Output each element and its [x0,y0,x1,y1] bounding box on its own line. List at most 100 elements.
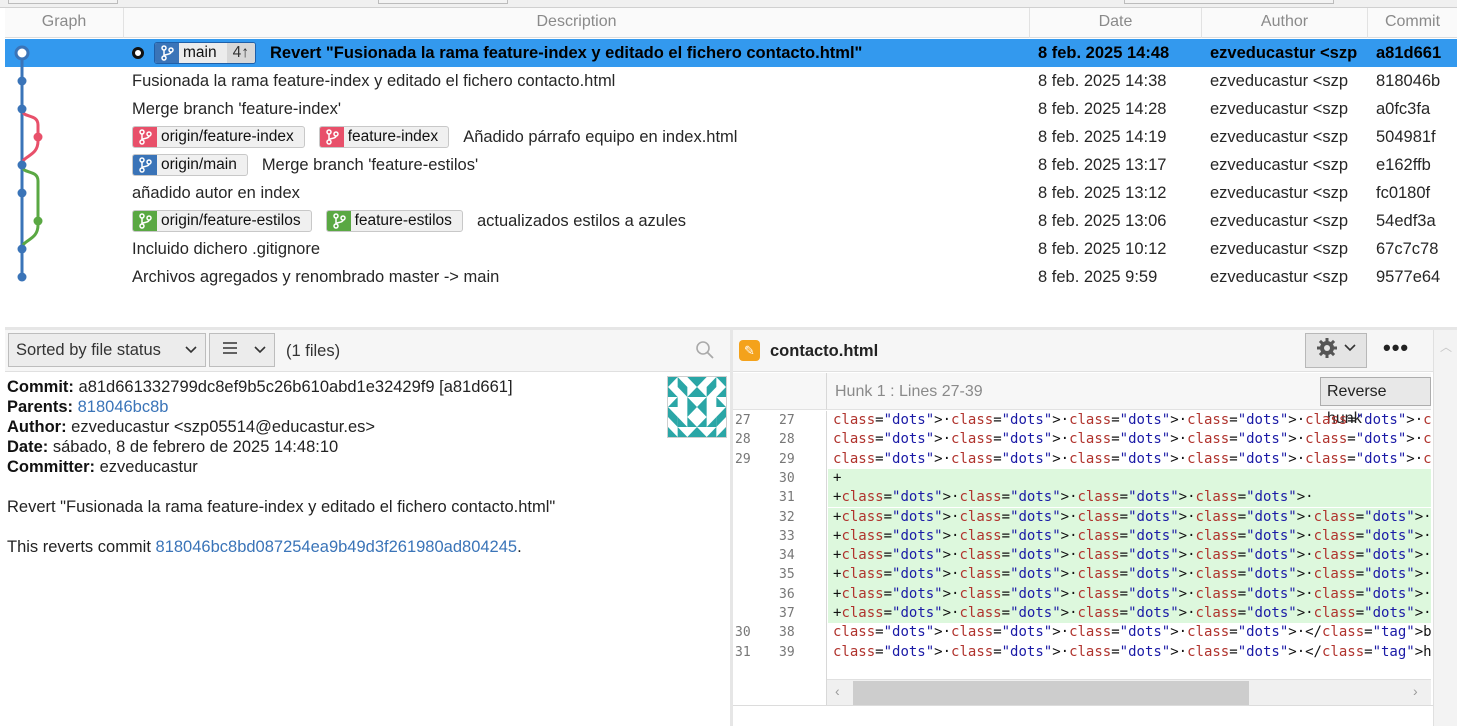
diff-line-context[interactable]: 28 28 class="dots">·class="dots">·class="d… [733,430,1431,449]
detail-committer: Committer: ezveducastur [7,458,198,476]
branch-label[interactable]: feature-index [318,126,450,148]
commit-message: actualizados estilos a azules [476,212,687,230]
diff-toolbar: ✎ contacto.html ••• [733,330,1433,372]
branch-label[interactable]: feature-estilos [325,210,463,232]
detail-date: Date: sábado, 8 de febrero de 2025 14:48… [7,438,339,456]
diff-line-context[interactable]: 31 39 class="dots">·class="dots">·class="d… [733,643,1431,662]
parent-link[interactable]: 818046bc8b [78,398,169,416]
commit-row[interactable]: añadido autor en index 8 feb. 2025 13:12 e… [5,179,1457,207]
commit-description: añadido autor en index [132,179,300,207]
diff-vertical-scrollbar[interactable]: ︿ [1433,330,1457,726]
toolbar-button-stub[interactable] [8,0,118,4]
new-line-number: 34 [779,548,795,564]
scroll-right-icon[interactable]: › [1413,683,1418,699]
diff-line-added[interactable]: 35 +class="dots">·class="dots">·class="do… [733,565,1431,585]
diff-line-added[interactable]: 37 +class="dots">·class="dots">·class="do… [733,604,1431,624]
commit-node[interactable] [17,272,27,282]
scroll-up-icon[interactable]: ︿ [1440,338,1452,355]
diff-code: +class="dots">·class="dots">·class="dots… [833,585,1431,602]
new-line-number: 39 [779,644,795,660]
column-graph[interactable]: Graph [5,8,124,38]
hunk-label: Hunk 1 : Lines 27-39 [835,383,983,400]
commit-row[interactable]: origin/feature-estilos feature-estilos act… [5,207,1457,235]
commit-row[interactable]: Incluido dichero .gitignore 8 feb. 2025 1… [5,235,1457,263]
commit-list: main 4↑ Revert "Fusionada la rama feature-… [5,39,1457,327]
commit-row[interactable]: Fusionada la rama feature-index y editad… [5,67,1457,95]
diff-line-context[interactable]: 27 27 class="dots">·class="dots">·class="d… [733,411,1431,430]
commit-node[interactable] [17,76,27,86]
new-line-number: 36 [779,586,795,602]
modified-file-icon: ✎ [739,340,760,361]
branch-label[interactable]: main 4↑ [154,42,256,64]
commit-row[interactable]: main 4↑ Revert "Fusionada la rama feature-… [5,39,1457,67]
commit-row[interactable]: origin/main Merge branch 'feature-estilos… [5,151,1457,179]
more-options-button[interactable]: ••• [1383,335,1409,361]
commit-node[interactable] [17,244,27,254]
commit-node[interactable] [33,216,43,226]
commit-description: Fusionada la rama feature-index y editad… [132,67,615,95]
diff-code: +class="dots">·class="dots">·class="dots… [833,566,1431,583]
commit-author: ezveducastur <szp [1210,128,1349,146]
commit-node[interactable] [17,160,27,170]
commit-hash: a81d661 [1376,44,1442,62]
column-author[interactable]: Author [1202,8,1368,38]
line-number-gutter-header [733,373,827,410]
branch-icon [326,211,351,231]
diff-code: +class="dots">·class="dots">·class="dots… [833,547,1431,564]
commit-message: Fusionada la rama feature-index y editad… [132,72,616,90]
diff-line-context[interactable]: 30 38 class="dots">·class="dots">·class="d… [733,623,1431,642]
new-line-number: 28 [779,432,795,448]
sort-dropdown[interactable]: Sorted by file status [8,333,206,367]
search-icon[interactable] [695,340,715,365]
diff-line-added[interactable]: 34 +class="dots">·class="dots">·class="do… [733,546,1431,566]
diff-code: class="dots">·class="dots">·class="dots"… [833,643,1431,660]
scroll-left-icon[interactable]: ‹ [835,683,840,699]
files-count: (1 files) [286,342,341,360]
new-line-number: 35 [779,567,795,583]
commit-row[interactable]: Merge branch 'feature-index' 8 feb. 2025 … [5,95,1457,123]
reverse-hunk-button[interactable]: Reverse hunk [1320,377,1431,427]
branch-label[interactable]: origin/feature-estilos [132,210,312,232]
gutter-bottom [733,679,827,705]
commit-list-header: Graph Description Date Author Commit [5,8,1457,38]
diff-options-button[interactable] [1305,333,1367,368]
diff-line-context[interactable]: 29 29 class="dots">·class="dots">·class="d… [733,450,1431,469]
commit-node[interactable] [17,188,27,198]
view-mode-dropdown[interactable] [209,333,275,367]
chevron-down-icon [1344,341,1356,360]
old-line-number: 28 [735,432,751,448]
new-line-number: 30 [779,470,795,486]
commit-row[interactable]: origin/feature-index feature-index Añadido… [5,123,1457,151]
column-commit[interactable]: Commit [1368,8,1457,38]
commit-node-head[interactable] [14,45,30,61]
commit-description: origin/main Merge branch 'feature-estilos… [132,151,478,179]
diff-line-added[interactable]: 36 +class="dots">·class="dots">·class="do… [733,584,1431,604]
branch-icon [319,127,344,147]
diff-line-added[interactable]: 33 +class="dots">·class="dots">·class="do… [733,526,1431,547]
new-line-number: 33 [779,528,795,544]
scrollbar-thumb[interactable] [853,681,1249,705]
commit-date: 8 feb. 2025 14:19 [1038,128,1167,146]
diff-code: +class="dots">·class="dots">·class="dots… [833,489,1314,506]
diff-line-added[interactable]: 32 +class="dots">·class="dots">·class="do… [733,507,1431,527]
old-line-number: 29 [735,451,751,467]
search-field-stub[interactable] [1124,0,1334,4]
diff-line-added[interactable]: 30 + [733,468,1431,489]
commit-date: 8 feb. 2025 14:38 [1038,72,1167,90]
branch-label[interactable]: origin/feature-index [132,126,305,148]
commit-author: ezveducastur <szp [1210,100,1349,118]
reverts-commit-link[interactable]: 818046bc8bd087254ea9b49d3f261980ad804245 [156,538,518,556]
diff-horizontal-scrollbar[interactable]: ‹ › [827,679,1431,705]
diff-view: 27 27 class="dots">·class="dots">·class="d… [733,411,1431,679]
commit-node[interactable] [33,132,43,142]
branch-label[interactable]: origin/main [132,154,248,176]
commit-row[interactable]: Archivos agregados y renombrado master -… [5,263,1457,291]
commit-node[interactable] [17,104,27,114]
list-icon [222,340,238,361]
commit-date: 8 feb. 2025 13:06 [1038,212,1167,230]
toolbar-button-stub[interactable] [378,0,508,4]
column-date[interactable]: Date [1030,8,1202,38]
column-description[interactable]: Description [124,8,1030,38]
commit-author: ezveducastur <szp [1210,72,1349,90]
diff-line-added[interactable]: 31 +class="dots">·class="dots">·class="do… [733,488,1431,508]
